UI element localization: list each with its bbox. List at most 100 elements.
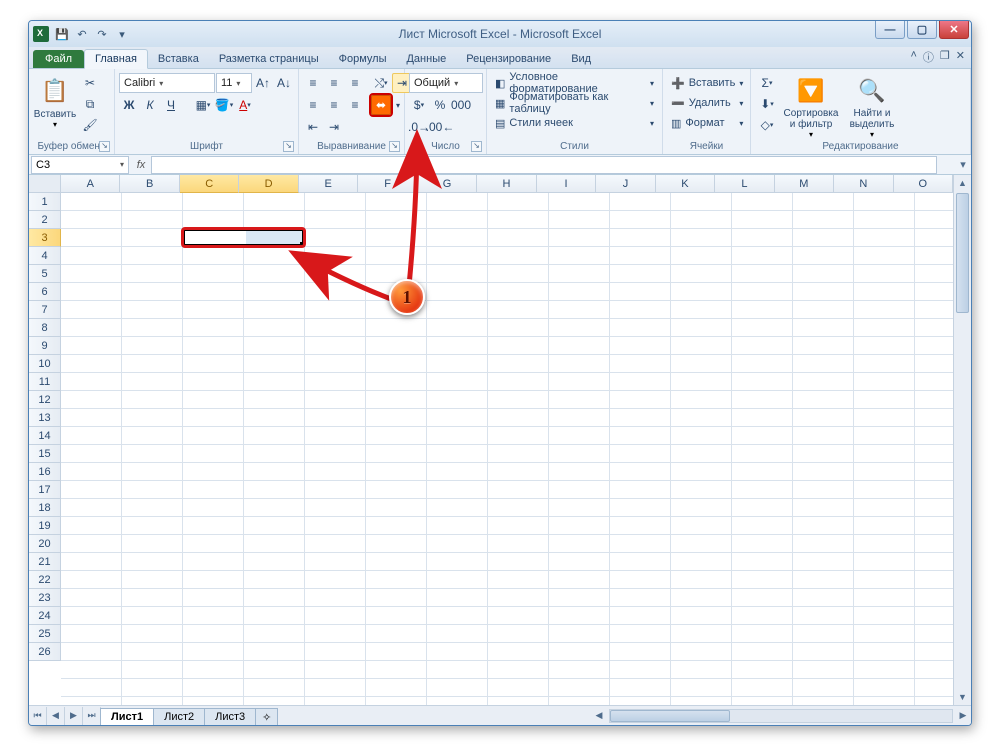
row-header-18[interactable]: 18 [29,499,61,517]
merge-center-button[interactable]: ⬌ [371,95,391,115]
row-header-25[interactable]: 25 [29,625,61,643]
column-header-K[interactable]: K [656,175,715,193]
row-header-26[interactable]: 26 [29,643,61,661]
minimize-button[interactable]: — [875,21,905,39]
format-cells-button[interactable]: ▥Формат▾ [667,113,747,133]
font-name-combo[interactable]: Calibri▾ [119,73,215,93]
tab-review[interactable]: Рецензирование [456,50,561,68]
row-header-9[interactable]: 9 [29,337,61,355]
align-right-button[interactable]: ≡ [345,95,365,115]
align-bottom-button[interactable]: ≡ [345,73,365,93]
scroll-right-icon[interactable]: ▶ [955,708,971,724]
fx-icon[interactable]: fx [131,159,151,171]
maximize-button[interactable]: ▢ [907,21,937,39]
grow-font-button[interactable]: A↑ [253,73,273,93]
file-tab[interactable]: Файл [33,50,84,68]
sheet-nav-first[interactable]: ⏮ [29,707,47,725]
restore-window-icon[interactable]: ❐ [940,49,950,65]
row-header-10[interactable]: 10 [29,355,61,373]
help-icon[interactable]: ⓘ [923,49,934,65]
vscroll-thumb[interactable] [956,193,969,313]
tab-formulas[interactable]: Формулы [329,50,397,68]
tab-home[interactable]: Главная [84,49,148,69]
cells-grid[interactable] [61,193,953,705]
comma-button[interactable]: 000 [451,95,471,115]
select-all-corner[interactable] [29,175,61,193]
row-header-13[interactable]: 13 [29,409,61,427]
row-header-15[interactable]: 15 [29,445,61,463]
sheet-tab-2[interactable]: Лист2 [153,708,205,725]
decrease-indent-button[interactable]: ⇤ [303,117,323,137]
vertical-scrollbar[interactable]: ▲ ▼ [953,175,971,705]
row-header-8[interactable]: 8 [29,319,61,337]
row-header-5[interactable]: 5 [29,265,61,283]
column-header-F[interactable]: F [358,175,417,193]
minimize-ribbon-icon[interactable]: ˄ [910,49,916,65]
insert-sheet-button[interactable]: ✧ [255,708,278,726]
bold-button[interactable]: Ж [119,95,139,115]
row-header-1[interactable]: 1 [29,193,61,211]
sheet-tab-1[interactable]: Лист1 [100,708,154,725]
row-header-4[interactable]: 4 [29,247,61,265]
percent-button[interactable]: % [430,95,450,115]
underline-button[interactable]: Ч [161,95,181,115]
row-header-23[interactable]: 23 [29,589,61,607]
align-middle-button[interactable]: ≡ [324,73,344,93]
align-top-button[interactable]: ≡ [303,73,323,93]
column-header-G[interactable]: G [418,175,477,193]
row-header-6[interactable]: 6 [29,283,61,301]
merge-dropdown-button[interactable]: ▾ [392,95,404,115]
column-header-A[interactable]: A [61,175,120,193]
row-header-7[interactable]: 7 [29,301,61,319]
delete-cells-button[interactable]: ➖Удалить▾ [667,93,747,113]
font-dialog-launcher[interactable]: ↘ [283,141,294,152]
autosum-button[interactable]: Σ▾ [755,73,779,93]
sheet-nav-prev[interactable]: ◀ [47,707,65,725]
orientation-button[interactable]: ⤭▾ [371,73,391,93]
tab-view[interactable]: Вид [561,50,601,68]
format-painter-button[interactable]: 🖌 [80,115,100,135]
name-box[interactable]: C3▾ [31,156,129,174]
redo-button[interactable]: ↷ [93,25,111,43]
row-header-20[interactable]: 20 [29,535,61,553]
row-header-24[interactable]: 24 [29,607,61,625]
row-header-21[interactable]: 21 [29,553,61,571]
row-header-19[interactable]: 19 [29,517,61,535]
align-left-button[interactable]: ≡ [303,95,323,115]
clipboard-dialog-launcher[interactable]: ↘ [99,141,110,152]
shrink-font-button[interactable]: A↓ [274,73,294,93]
conditional-formatting-button[interactable]: ◧Условное форматирование▾ [491,73,658,93]
column-header-N[interactable]: N [834,175,893,193]
decrease-decimal-button[interactable]: .00← [430,117,450,137]
tab-page-layout[interactable]: Разметка страницы [209,50,329,68]
sort-filter-button[interactable]: 🔽 Сортировка и фильтр ▾ [782,73,840,139]
alignment-dialog-launcher[interactable]: ↘ [389,141,400,152]
horizontal-scrollbar[interactable]: ◀ ▶ [591,706,971,725]
copy-button[interactable]: ⧉ [80,94,100,114]
number-dialog-launcher[interactable]: ↘ [471,141,482,152]
column-header-D[interactable]: D [239,175,298,193]
scroll-left-icon[interactable]: ◀ [591,708,607,724]
italic-button[interactable]: К [140,95,160,115]
row-header-2[interactable]: 2 [29,211,61,229]
sheet-tab-3[interactable]: Лист3 [204,708,256,725]
tab-data[interactable]: Данные [396,50,456,68]
column-header-E[interactable]: E [299,175,358,193]
increase-indent-button[interactable]: ⇥ [324,117,344,137]
save-button[interactable]: 💾 [53,25,71,43]
column-header-L[interactable]: L [715,175,774,193]
row-header-17[interactable]: 17 [29,481,61,499]
number-format-combo[interactable]: Общий▾ [409,73,483,93]
clear-button[interactable]: ◇▾ [755,115,779,135]
sheet-nav-last[interactable]: ⏭ [83,707,101,725]
close-button[interactable]: ✕ [939,21,969,39]
cell-styles-button[interactable]: ▤Стили ячеек▾ [491,113,658,133]
column-header-M[interactable]: M [775,175,834,193]
expand-formula-bar-icon[interactable]: ▾ [955,156,971,174]
row-header-14[interactable]: 14 [29,427,61,445]
column-header-C[interactable]: C [180,175,239,193]
font-color-button[interactable]: A▾ [235,95,255,115]
fill-button[interactable]: ⬇▾ [755,94,779,114]
column-header-J[interactable]: J [596,175,655,193]
row-headers[interactable]: 1234567891011121314151617181920212223242… [29,193,61,705]
